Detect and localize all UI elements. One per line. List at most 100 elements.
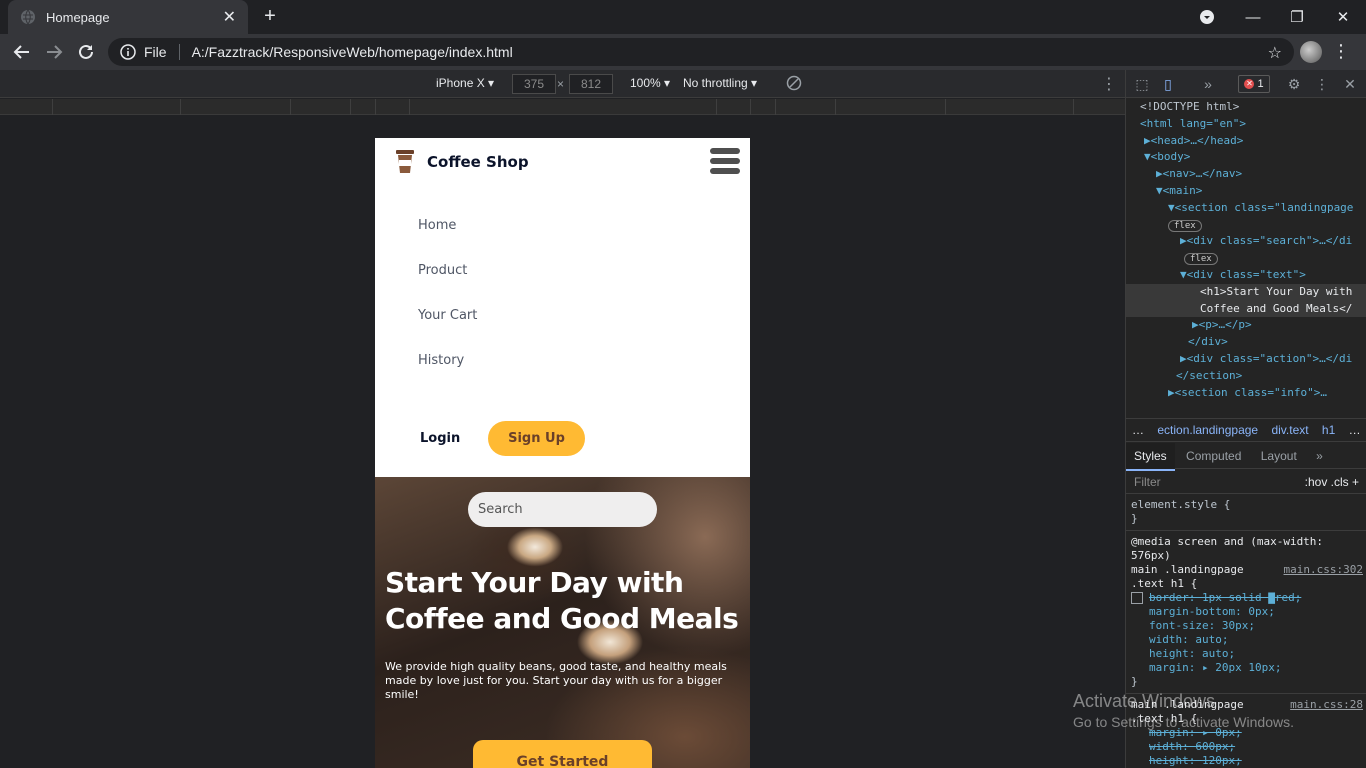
new-tab-icon[interactable]: + [260,6,280,26]
tab-more[interactable]: » [1308,443,1331,469]
breadcrumb-overflow[interactable]: … [1132,423,1144,437]
style-property[interactable]: border: 1px solid ▇red; [1131,591,1366,605]
dom-node[interactable]: ▶<section class="info">… [1126,385,1366,402]
devtools-toolbar: ⬚ ▯ » ✕ 1 ⚙ ⋮ ✕ [1126,70,1366,98]
zoom-select[interactable]: 100% ▾ [630,76,670,90]
device-select[interactable]: iPhone X ▾ [436,76,494,90]
tab-strip: Homepage ✕ + — ❐ ✕ [0,0,1366,34]
bookmark-star-icon[interactable]: ☆ [1268,43,1282,63]
style-property[interactable]: margin-bottom: 0px; [1131,605,1366,619]
minimize-icon[interactable]: — [1230,0,1276,34]
breadcrumb-item[interactable]: h1 [1322,423,1335,437]
dom-node[interactable]: ▼<section class="landingpage [1126,200,1366,217]
profile-menu-icon[interactable] [1184,0,1230,34]
throttling-select[interactable]: No throttling ▾ [683,76,757,90]
dom-node-selected[interactable]: Coffee and Good Meals</ [1126,300,1366,318]
dom-node[interactable]: ▼<main> [1126,183,1366,200]
dom-node[interactable]: <html lang="en"> [1126,116,1366,133]
forward-icon[interactable] [42,40,66,64]
site-brand-name: Coffee Shop [427,153,529,171]
get-started-button[interactable]: Get Started [473,740,652,768]
dom-node[interactable]: ▶<nav>…</nav> [1126,166,1366,183]
media-query: @media screen and (max-width: 576px) [1131,535,1324,562]
source-link[interactable]: main.css:302 [1284,563,1363,577]
nav-link-cart[interactable]: Your Cart [418,308,477,353]
flex-badge[interactable]: flex [1126,217,1366,234]
property-checkbox[interactable] [1131,592,1143,604]
dom-node[interactable]: ▶<p>…</p> [1126,317,1366,334]
nav-link-product[interactable]: Product [418,263,477,308]
dom-node[interactable]: </div> [1126,334,1366,351]
rule-selector: main .landingpage .text h1 { [1131,563,1244,590]
reload-icon[interactable] [74,40,98,64]
dom-node[interactable]: <!DOCTYPE html> [1126,99,1366,116]
back-icon[interactable] [10,40,34,64]
hero-title-line-1: Start Your Day with [385,566,684,599]
rule-close: } [1131,512,1138,525]
tab-styles[interactable]: Styles [1126,443,1175,471]
dom-node[interactable]: ▶<div class="action">…</di [1126,351,1366,368]
signup-button[interactable]: Sign Up [488,421,585,456]
hamburger-menu-icon[interactable] [710,148,740,176]
error-badge[interactable]: ✕ 1 [1238,75,1270,93]
devtools-close-icon[interactable]: ✕ [1342,76,1358,92]
rotate-icon[interactable] [786,75,802,94]
tab-close-icon[interactable]: ✕ [223,7,236,27]
breadcrumb-item[interactable]: div.text [1271,423,1308,437]
more-panels-icon[interactable]: » [1200,76,1216,92]
login-link[interactable]: Login [420,431,460,446]
site-brand[interactable]: Coffee Shop [395,150,529,174]
mobile-viewport: Coffee Shop Home Product Your Cart Histo… [375,138,750,768]
style-property[interactable]: width: auto; [1131,633,1366,647]
dom-node[interactable]: ▼<body> [1126,149,1366,166]
search-input[interactable]: Search [468,492,657,527]
hero-description: We provide high quality beans, good tast… [385,660,727,701]
devtools-menu-icon[interactable]: ⋮ [1314,76,1330,92]
window-close-icon[interactable]: ✕ [1320,0,1366,34]
style-rule: main.css:302 main .landingpage .text h1 … [1131,563,1366,591]
restore-icon[interactable]: ❐ [1274,0,1320,34]
flex-badge[interactable]: flex [1126,250,1366,267]
style-property[interactable]: height: auto; [1131,647,1366,661]
style-property[interactable]: height: 120px; [1131,754,1366,768]
tab-layout[interactable]: Layout [1253,443,1305,469]
browser-toolbar: File A:/Fazztrack/ResponsiveWeb/homepage… [0,34,1366,70]
inspect-element-icon[interactable]: ⬚ [1134,76,1150,92]
browser-tab[interactable]: Homepage ✕ [8,0,248,34]
dom-tree: <!DOCTYPE html> <html lang="en"> ▶<head>… [1126,99,1366,404]
style-property[interactable]: width: 600px; [1131,740,1366,754]
device-mode-icon[interactable]: ▯ [1160,76,1176,92]
flex-badge-label: flex [1184,253,1218,266]
breadcrumb-item[interactable]: ection.landingpage [1157,423,1258,437]
filter-tools[interactable]: :hov .cls + [1305,470,1359,494]
breadcrumb-overflow[interactable]: … [1349,423,1361,437]
settings-gear-icon[interactable]: ⚙ [1286,76,1302,92]
styles-tabbar: Styles Computed Layout » [1126,443,1366,471]
profile-avatar[interactable] [1300,41,1322,63]
nav-link-history[interactable]: History [418,353,477,398]
dom-node[interactable]: ▼<div class="text"> [1126,267,1366,284]
address-bar[interactable]: File A:/Fazztrack/ResponsiveWeb/homepage… [108,38,1294,66]
filter-placeholder: Filter [1134,475,1161,489]
dom-node[interactable]: ▶<div class="search">…</di [1126,233,1366,250]
viewport-height-input[interactable]: 812 [569,74,613,94]
styles-filter-input[interactable]: Filter :hov .cls + [1126,470,1366,494]
nav-link-home[interactable]: Home [418,218,477,263]
element-style-rule[interactable]: element.style { [1131,498,1366,512]
url-text[interactable]: A:/Fazztrack/ResponsiveWeb/homepage/inde… [192,44,513,60]
dimension-separator: × [557,77,565,91]
info-icon[interactable] [120,44,136,60]
device-more-icon[interactable]: ⋮ [1101,74,1117,94]
tab-computed[interactable]: Computed [1178,443,1249,469]
style-property[interactable]: font-size: 30px; [1131,619,1366,633]
dom-node[interactable]: ▶<head>…</head> [1126,133,1366,150]
rule-divider [1126,530,1366,531]
viewport-width-input[interactable]: 375 [512,74,556,94]
browser-menu-icon[interactable]: ⋮ [1332,42,1350,60]
style-property[interactable]: margin: ▸ 20px 10px; [1131,661,1366,675]
dom-node[interactable]: </section> [1126,368,1366,385]
property-text: border: 1px solid ▇red; [1149,591,1302,604]
dom-node-selected[interactable]: <h1>Start Your Day with [1126,283,1366,301]
breadcrumb: … ection.landingpage div.text h1 … [1126,418,1366,442]
activate-windows-watermark: Activate Windows Go to Settings to activ… [1073,690,1366,732]
